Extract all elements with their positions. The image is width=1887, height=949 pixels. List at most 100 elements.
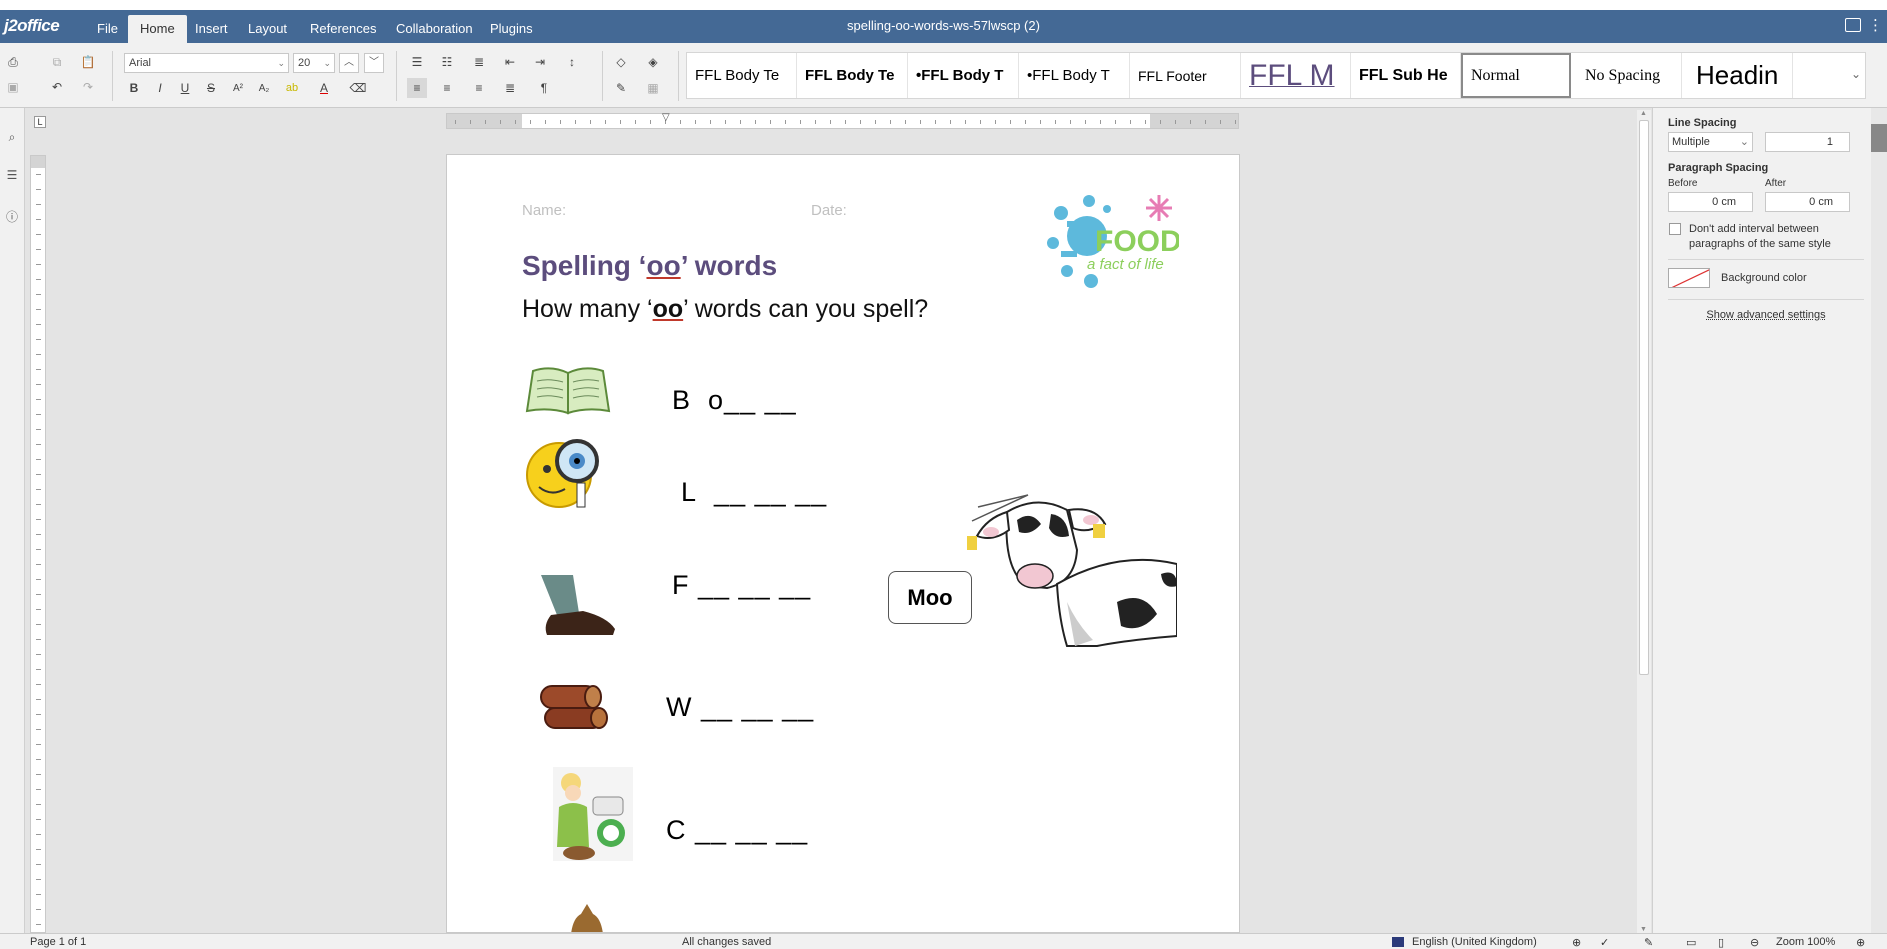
eraser-icon[interactable]: ◇	[611, 52, 631, 72]
scroll-up-icon[interactable]: ▲	[1640, 110, 1647, 117]
show-advanced-settings-link[interactable]: Show advanced settings	[1668, 309, 1864, 321]
decrease-indent-icon[interactable]: ⇤	[500, 52, 520, 72]
indent-marker-icon[interactable]: ▽	[662, 112, 670, 123]
italic-icon[interactable]: I	[150, 78, 170, 98]
zoom-out-icon[interactable]: ⊖	[1750, 936, 1759, 949]
style-ffl-sub-heading[interactable]: FFL Sub He	[1351, 53, 1461, 98]
ruler-tick	[815, 120, 816, 124]
document-page[interactable]: Name: Date: FOOD a fact of life Spelling…	[446, 154, 1240, 933]
align-left-icon[interactable]: ≡	[407, 78, 427, 98]
copy-style-icon[interactable]: ✎	[611, 78, 631, 98]
worksheet-title: Spelling ‘oo’ words	[522, 250, 778, 281]
info-icon[interactable]: ⓘ	[4, 208, 20, 224]
style-ffl-footer[interactable]: FFL Footer	[1130, 53, 1241, 98]
paragraph-marks-icon[interactable]: ¶	[534, 78, 554, 98]
ruler-tick	[36, 864, 41, 865]
style-no-spacing[interactable]: No Spacing	[1571, 53, 1682, 98]
ruler-tick	[1100, 120, 1101, 124]
highlight-icon[interactable]: ab	[282, 78, 302, 98]
copy-icon[interactable]: ⧉	[47, 52, 67, 72]
ruler-tick	[36, 189, 41, 190]
style-ffl-body-bullet[interactable]: •FFL Body T	[1019, 53, 1130, 98]
open-location-icon[interactable]	[1845, 18, 1861, 32]
spell-check-icon[interactable]: ✓	[1600, 936, 1609, 949]
fill-shading-icon[interactable]: ◈	[643, 52, 663, 72]
search-icon[interactable]: ⌕	[4, 130, 20, 146]
align-center-icon[interactable]: ≡	[437, 78, 457, 98]
cook-picture	[553, 767, 633, 861]
ruler-tick	[36, 519, 41, 520]
multilevel-list-icon[interactable]: ≣	[469, 52, 489, 72]
tab-references[interactable]: References	[298, 17, 388, 43]
spacing-before-input[interactable]: 0 cm	[1668, 192, 1753, 212]
style-ffl-body-text-bold[interactable]: FFL Body Te	[797, 53, 908, 98]
strikethrough-icon[interactable]: S	[201, 78, 221, 98]
ruler-tick	[36, 399, 41, 400]
scroll-down-icon[interactable]: ▼	[1640, 926, 1647, 933]
style-ffl-body-text[interactable]: FFL Body Te	[687, 53, 797, 98]
track-changes-icon[interactable]: ✎	[1644, 936, 1653, 949]
left-sidebar: ⌕ ☰ ⓘ	[0, 108, 25, 933]
clear-formatting-icon[interactable]: ⌫	[348, 78, 368, 98]
scrollbar-thumb[interactable]	[1639, 120, 1649, 675]
save-status: All changes saved	[682, 936, 772, 948]
paragraph-settings-tab[interactable]	[1871, 124, 1887, 152]
paste-icon[interactable]: 📋	[78, 52, 98, 72]
line-spacing-value-input[interactable]: 1	[1765, 132, 1850, 152]
style-ffl-body-bullet-bold[interactable]: •FFL Body T	[908, 53, 1019, 98]
background-color-swatch[interactable]	[1668, 268, 1710, 288]
style-ffl-main[interactable]: FFL M	[1241, 53, 1351, 98]
ruler-tick	[36, 789, 41, 790]
tab-insert[interactable]: Insert	[183, 17, 240, 43]
bullet-list-icon[interactable]: ☰	[407, 52, 427, 72]
globe-icon[interactable]: ⊕	[1572, 936, 1581, 949]
font-name-combo[interactable]: Arial ⌄	[124, 53, 289, 73]
language-selector[interactable]: English (United Kingdom)	[1412, 936, 1537, 948]
dont-add-interval-checkbox[interactable]	[1669, 223, 1681, 235]
logo-food-text: FOOD	[1095, 225, 1179, 258]
ruler-tick	[36, 894, 41, 895]
style-normal[interactable]: Normal	[1461, 53, 1571, 98]
chevron-down-icon[interactable]: ⌄	[1851, 67, 1861, 81]
tab-stop-selector[interactable]: L	[34, 116, 46, 128]
increase-font-button[interactable]: ︿	[339, 53, 359, 73]
superscript-icon[interactable]: A²	[228, 78, 248, 98]
word-row-3: F __ __ __	[672, 570, 812, 600]
redo-icon[interactable]: ↷	[78, 77, 98, 97]
justify-icon[interactable]: ≣	[500, 78, 520, 98]
tab-layout[interactable]: Layout	[236, 17, 299, 43]
ruler-tick	[36, 744, 41, 745]
fit-width-icon[interactable]: ▯	[1718, 936, 1724, 949]
align-right-icon[interactable]: ≡	[469, 78, 489, 98]
navigation-icon[interactable]: ☰	[4, 168, 20, 184]
increase-indent-icon[interactable]: ⇥	[530, 52, 550, 72]
ruler-tick	[965, 120, 966, 124]
undo-icon[interactable]: ↶	[47, 77, 67, 97]
spacing-after-input[interactable]: 0 cm	[1765, 192, 1850, 212]
decrease-font-button[interactable]: ﹀	[364, 53, 384, 73]
tab-plugins[interactable]: Plugins	[478, 17, 545, 43]
tab-collaboration[interactable]: Collaboration	[384, 17, 485, 43]
save-icon[interactable]: ▣	[3, 77, 23, 97]
vertical-scrollbar[interactable]: ▲ ▼	[1637, 110, 1651, 933]
tab-home[interactable]: Home	[128, 15, 187, 43]
zoom-in-icon[interactable]: ⊕	[1856, 936, 1865, 949]
style-heading[interactable]: Headin	[1682, 53, 1793, 98]
bold-icon[interactable]: B	[124, 78, 144, 98]
underline-icon[interactable]: U	[175, 78, 195, 98]
numbered-list-icon[interactable]: ☷	[437, 52, 457, 72]
after-label: After	[1765, 178, 1787, 189]
ruler-tick	[36, 264, 41, 265]
subscript-icon[interactable]: A₂	[254, 78, 274, 98]
select-all-icon[interactable]: ▦	[643, 78, 663, 98]
ruler-tick	[1205, 120, 1206, 124]
font-color-icon[interactable]: A	[314, 78, 334, 98]
print-icon[interactable]: ⎙	[3, 52, 23, 72]
line-spacing-icon[interactable]: ↕	[562, 52, 582, 72]
fit-page-icon[interactable]: ▭	[1686, 936, 1696, 949]
font-size-combo[interactable]: 20 ⌄	[293, 53, 335, 73]
foot-picture	[541, 575, 615, 635]
more-icon[interactable]: ⋮	[1868, 16, 1883, 34]
tab-file[interactable]: File	[85, 17, 130, 43]
line-spacing-mode-combo[interactable]: Multiple ⌄	[1668, 132, 1753, 152]
